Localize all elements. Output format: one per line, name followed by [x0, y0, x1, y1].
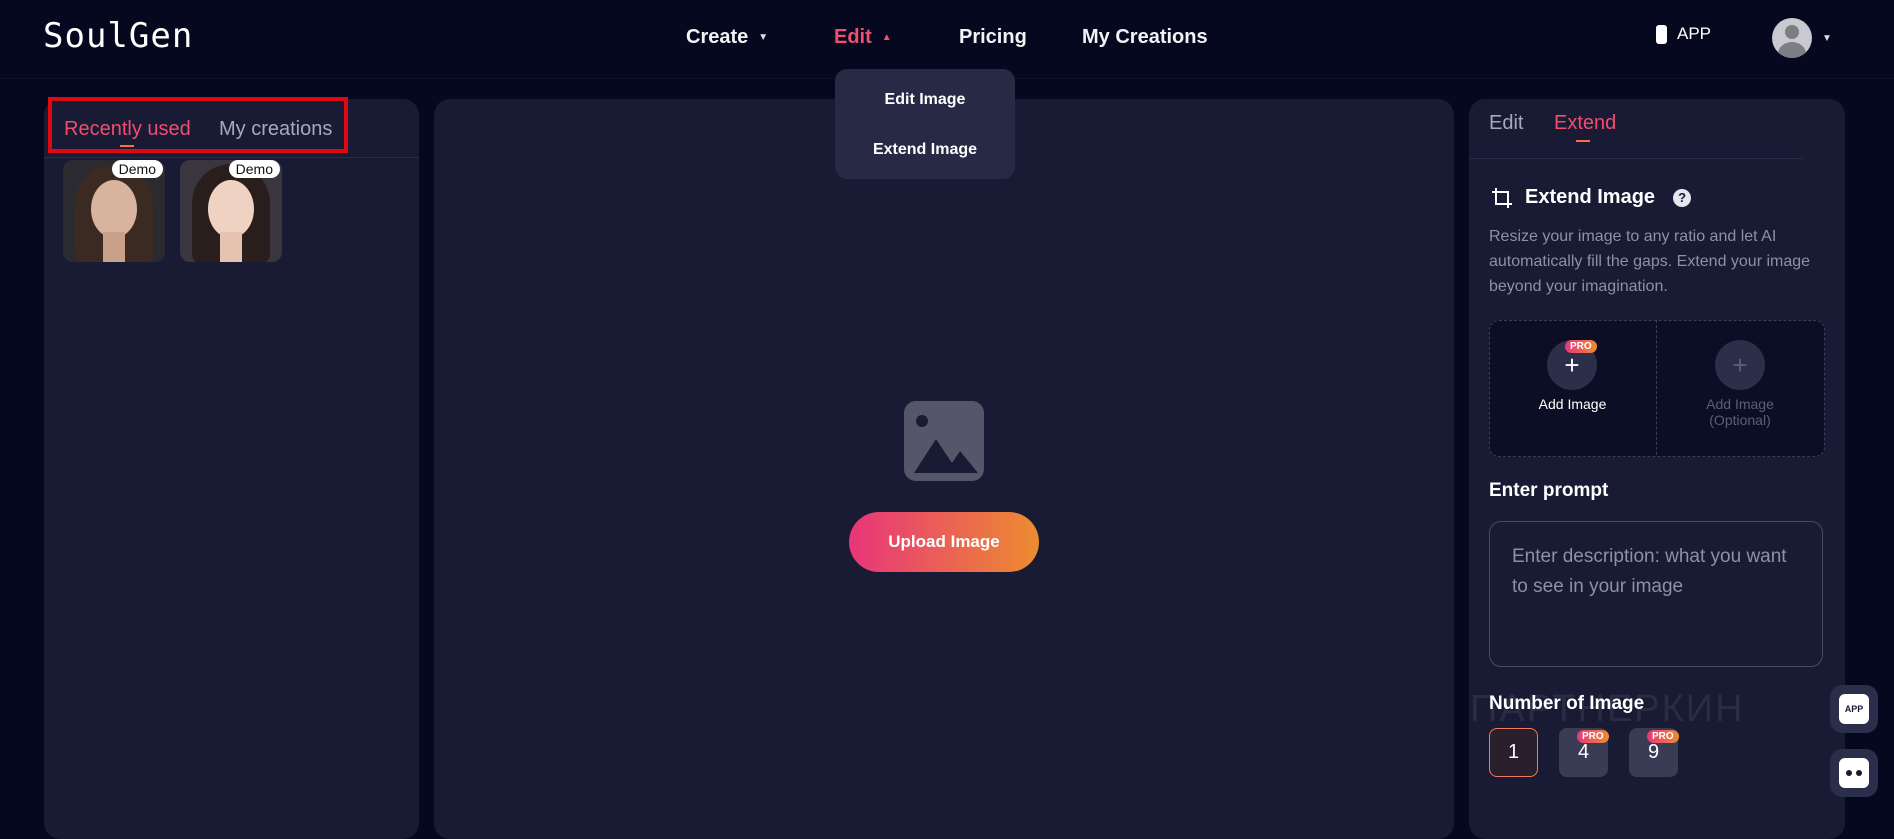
number-option-9[interactable]: 9 PRO [1629, 728, 1679, 777]
avatar-body-shape [1778, 42, 1806, 58]
number-option-label: 4 [1577, 741, 1590, 763]
number-of-image-title: Number of Image [1489, 693, 1645, 714]
nav-pricing[interactable]: Pricing [959, 26, 1027, 49]
nav-my-creations[interactable]: My Creations [1082, 26, 1208, 49]
thumb-face [91, 180, 137, 238]
tab-edit[interactable]: Edit [1489, 112, 1523, 135]
top-header [0, 0, 1894, 79]
image-placeholder-icon [904, 401, 984, 481]
plus-icon[interactable]: + [1715, 340, 1765, 390]
app-label: APP [1677, 24, 1712, 43]
thumbnail-demo-2[interactable]: Demo [180, 160, 282, 262]
add-image-label: Add Image [1538, 396, 1607, 412]
extend-description: Resize your image to any ratio and let A… [1489, 228, 1811, 295]
logo[interactable]: SoulGen [43, 16, 193, 56]
chat-bot-icon [1839, 758, 1869, 788]
crop-icon [1492, 187, 1512, 208]
phone-icon [1656, 24, 1667, 44]
menu-item-edit-image[interactable]: Edit Image [835, 91, 1015, 109]
number-option-label: 1 [1507, 741, 1520, 763]
floating-chat-button[interactable] [1830, 749, 1878, 797]
bot-eyes [1846, 770, 1862, 776]
caret-down-icon: ▼ [1822, 32, 1832, 44]
app-icon: APP [1839, 694, 1869, 724]
add-image-optional-line1: Add Image [1706, 396, 1774, 412]
nav-edit-label: Edit [834, 26, 872, 48]
number-option-4[interactable]: 4 PRO [1559, 728, 1609, 777]
add-image-optional-line2: (Optional) [1709, 412, 1771, 428]
add-image-optional-slot[interactable]: + Add Image (Optional) [1657, 320, 1823, 455]
thumb-neck [103, 232, 125, 262]
active-tab-underline [1576, 140, 1590, 142]
pro-badge: PRO [1647, 730, 1679, 743]
thumb-face [208, 180, 254, 238]
nav-edit[interactable]: Edit ▲ [834, 26, 892, 49]
nav-my-creations-label: My Creations [1082, 26, 1208, 48]
number-option-1[interactable]: 1 [1489, 728, 1538, 777]
edit-dropdown-menu: Edit Image Extend Image [835, 69, 1015, 179]
avatar[interactable] [1772, 18, 1812, 58]
pro-badge: PRO [1577, 730, 1609, 743]
upload-image-button[interactable]: Upload Image [849, 512, 1039, 572]
app-download-link[interactable]: APP [1656, 24, 1711, 44]
add-image-slot[interactable]: + PRO Add Image [1489, 320, 1656, 455]
pro-badge: PRO [1565, 340, 1597, 353]
thumb-neck [220, 232, 242, 262]
extend-image-heading: Extend Image ? [1491, 186, 1692, 209]
nav-create-label: Create [686, 26, 749, 48]
floating-app-button[interactable]: APP [1830, 685, 1878, 733]
tab-extend[interactable]: Extend [1554, 112, 1616, 135]
nav-pricing-label: Pricing [959, 26, 1027, 48]
help-icon[interactable]: ? [1673, 188, 1692, 207]
prompt-input[interactable] [1489, 521, 1823, 667]
demo-badge: Demo [111, 160, 163, 178]
caret-up-icon: ▲ [881, 32, 892, 43]
caret-down-icon: ▼ [758, 32, 769, 43]
highlight-box [48, 97, 348, 153]
prompt-title: Enter prompt [1489, 480, 1609, 501]
image-icon-graphic [914, 415, 978, 473]
section-title: Extend Image [1525, 186, 1656, 208]
user-menu[interactable]: ▼ [1772, 18, 1832, 58]
demo-badge: Demo [228, 160, 280, 178]
menu-item-extend-image[interactable]: Extend Image [835, 141, 1015, 159]
nav-create[interactable]: Create ▼ [686, 26, 768, 49]
tab-divider [1469, 158, 1803, 159]
thumbnail-demo-1[interactable]: Demo [63, 160, 165, 262]
avatar-head-shape [1785, 25, 1799, 39]
add-image-optional-label: Add Image (Optional) [1657, 396, 1823, 428]
number-option-label: 9 [1647, 741, 1660, 763]
